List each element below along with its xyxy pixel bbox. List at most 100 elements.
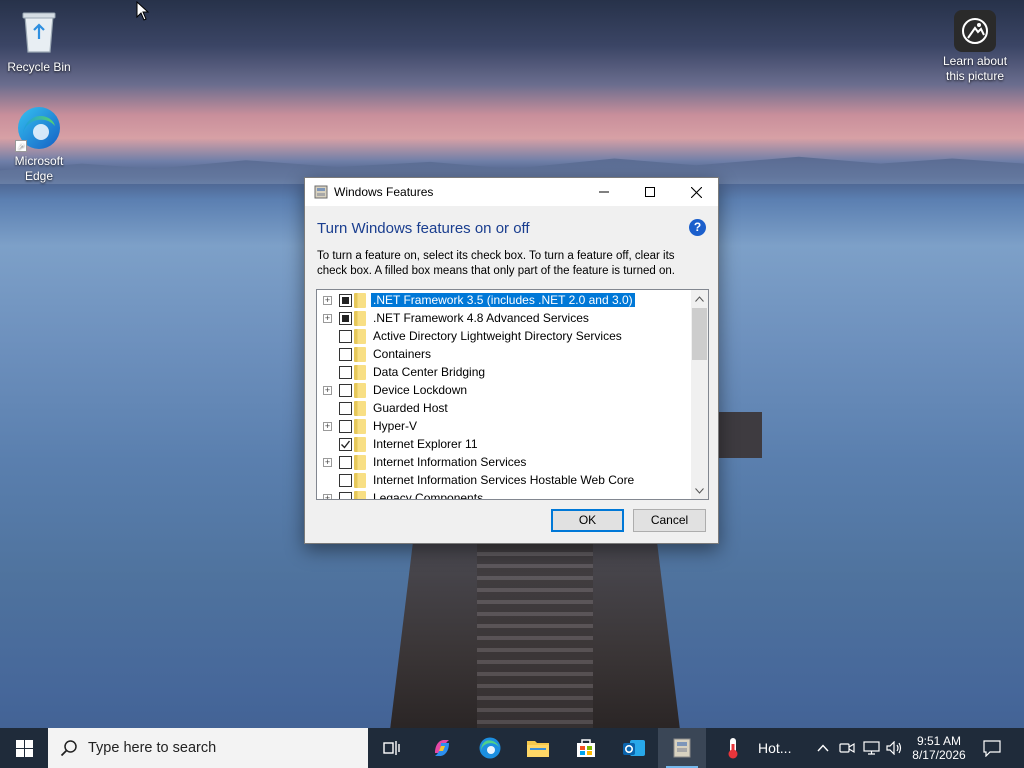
folder-icon xyxy=(354,473,366,488)
minimize-button[interactable] xyxy=(581,178,627,206)
feature-checkbox[interactable] xyxy=(339,348,352,361)
feature-checkbox[interactable] xyxy=(339,438,352,451)
desktop-icon-label: Learn about this picture xyxy=(942,54,1008,83)
copilot-icon xyxy=(435,740,449,756)
desktop-icon-edge[interactable]: ↗ Microsoft Edge xyxy=(0,104,78,184)
tray-meet-now[interactable] xyxy=(836,728,858,768)
expand-icon[interactable]: + xyxy=(323,314,332,323)
taskbar-file-explorer[interactable] xyxy=(514,728,562,768)
features-tree[interactable]: + .NET Framework 3.5 (includes .NET 2.0 a… xyxy=(316,289,709,500)
folder-icon xyxy=(354,437,366,452)
store-icon xyxy=(577,739,595,757)
feature-label: Data Center Bridging xyxy=(373,365,486,379)
feature-checkbox[interactable] xyxy=(339,456,352,469)
title-bar[interactable]: Windows Features xyxy=(305,178,718,206)
edge-icon xyxy=(479,737,501,759)
search-placeholder: Type here to search xyxy=(88,740,217,756)
windows-features-app-icon xyxy=(314,185,328,199)
network-icon xyxy=(862,741,880,755)
taskbar-search-box[interactable]: Type here to search xyxy=(48,728,368,768)
edge-icon: ↗ xyxy=(15,104,63,152)
folder-icon xyxy=(527,741,549,757)
camera-icon xyxy=(839,742,855,754)
tray-volume[interactable] xyxy=(884,728,906,768)
feature-row[interactable]: + .NET Framework 4.8 Advanced Services xyxy=(317,309,691,327)
close-icon xyxy=(690,186,702,198)
task-view-icon xyxy=(383,741,400,755)
mouse-cursor-icon xyxy=(136,1,150,21)
task-view-button[interactable] xyxy=(368,728,416,768)
folder-icon xyxy=(354,311,366,326)
feature-checkbox[interactable] xyxy=(339,366,352,379)
feature-row[interactable]: Guarded Host xyxy=(317,399,691,417)
feature-row[interactable]: + Legacy Components xyxy=(317,489,691,499)
feature-checkbox[interactable] xyxy=(339,384,352,397)
expand-icon[interactable]: + xyxy=(323,296,332,305)
tray-network[interactable] xyxy=(860,728,882,768)
close-button[interactable] xyxy=(673,178,719,206)
wallpaper-pier-side xyxy=(718,412,762,458)
feature-label: Device Lockdown xyxy=(373,383,468,397)
maximize-icon xyxy=(645,187,655,197)
feature-checkbox[interactable] xyxy=(339,402,352,415)
tray-clock[interactable]: 9:51 AM 8/17/2026 xyxy=(906,728,972,768)
feature-label: Internet Explorer 11 xyxy=(373,437,478,451)
feature-label: Containers xyxy=(373,347,432,361)
maximize-button[interactable] xyxy=(627,178,673,206)
notifications-button[interactable] xyxy=(976,728,1008,768)
feature-checkbox[interactable] xyxy=(339,492,352,499)
features-scrollbar[interactable] xyxy=(691,290,708,499)
chevron-up-icon xyxy=(695,295,704,302)
taskbar-outlook[interactable] xyxy=(610,728,658,768)
scroll-up-button[interactable] xyxy=(691,290,708,307)
scroll-thumb[interactable] xyxy=(692,308,707,360)
feature-row[interactable]: + Hyper-V xyxy=(317,417,691,435)
scroll-down-button[interactable] xyxy=(691,482,708,499)
feature-checkbox[interactable] xyxy=(339,420,352,433)
feature-label: Internet Information Services Hostable W… xyxy=(373,473,635,487)
feature-row[interactable]: Internet Explorer 11 xyxy=(317,435,691,453)
feature-row[interactable]: Data Center Bridging xyxy=(317,363,691,381)
expand-icon[interactable]: + xyxy=(323,422,332,431)
folder-icon xyxy=(354,419,366,434)
dialog-title: Windows Features xyxy=(334,185,434,199)
show-hidden-icons-button[interactable] xyxy=(812,728,834,768)
feature-label: .NET Framework 4.8 Advanced Services xyxy=(373,311,589,325)
expand-icon[interactable]: + xyxy=(323,494,332,499)
windows-features-app-icon xyxy=(673,738,691,758)
windows-logo-icon xyxy=(15,739,33,757)
desktop-icon-recycle-bin[interactable]: Recycle Bin xyxy=(0,8,78,75)
feature-row[interactable]: Active Directory Lightweight Directory S… xyxy=(317,327,691,345)
folder-icon xyxy=(354,383,366,398)
folder-icon xyxy=(354,365,366,380)
taskbar-windows-features[interactable] xyxy=(658,728,706,768)
taskbar-microsoft-store[interactable] xyxy=(562,728,610,768)
recycle-bin-icon xyxy=(0,8,78,58)
expand-icon[interactable]: + xyxy=(323,386,332,395)
desktop-icon-learn-about-picture[interactable]: Learn about this picture xyxy=(936,10,1014,84)
feature-checkbox[interactable] xyxy=(339,312,352,325)
taskbar-edge[interactable] xyxy=(466,728,514,768)
feature-checkbox[interactable] xyxy=(339,294,352,307)
feature-row[interactable]: Internet Information Services Hostable W… xyxy=(317,471,691,489)
ok-button[interactable]: OK xyxy=(551,509,624,532)
feature-row[interactable]: + .NET Framework 3.5 (includes .NET 2.0 a… xyxy=(317,291,691,309)
feature-label: Guarded Host xyxy=(373,401,448,415)
feature-row[interactable]: + Internet Information Services xyxy=(317,453,691,471)
help-icon[interactable]: ? xyxy=(689,219,706,236)
feature-row[interactable]: + Device Lockdown xyxy=(317,381,691,399)
feature-row[interactable]: Containers xyxy=(317,345,691,363)
start-button[interactable] xyxy=(0,728,48,768)
feature-checkbox[interactable] xyxy=(339,474,352,487)
wallpaper-pier xyxy=(390,540,680,730)
folder-icon xyxy=(354,293,366,308)
expand-icon[interactable]: + xyxy=(323,458,332,467)
search-icon xyxy=(60,740,77,757)
taskbar-copilot[interactable] xyxy=(418,728,466,768)
feature-checkbox[interactable] xyxy=(339,330,352,343)
dialog-description: To turn a feature on, select its check b… xyxy=(317,250,675,277)
notification-icon xyxy=(983,739,1001,757)
outlook-icon xyxy=(623,740,645,756)
taskbar-weather[interactable]: Hot... xyxy=(722,728,802,768)
cancel-button[interactable]: Cancel xyxy=(633,509,706,532)
